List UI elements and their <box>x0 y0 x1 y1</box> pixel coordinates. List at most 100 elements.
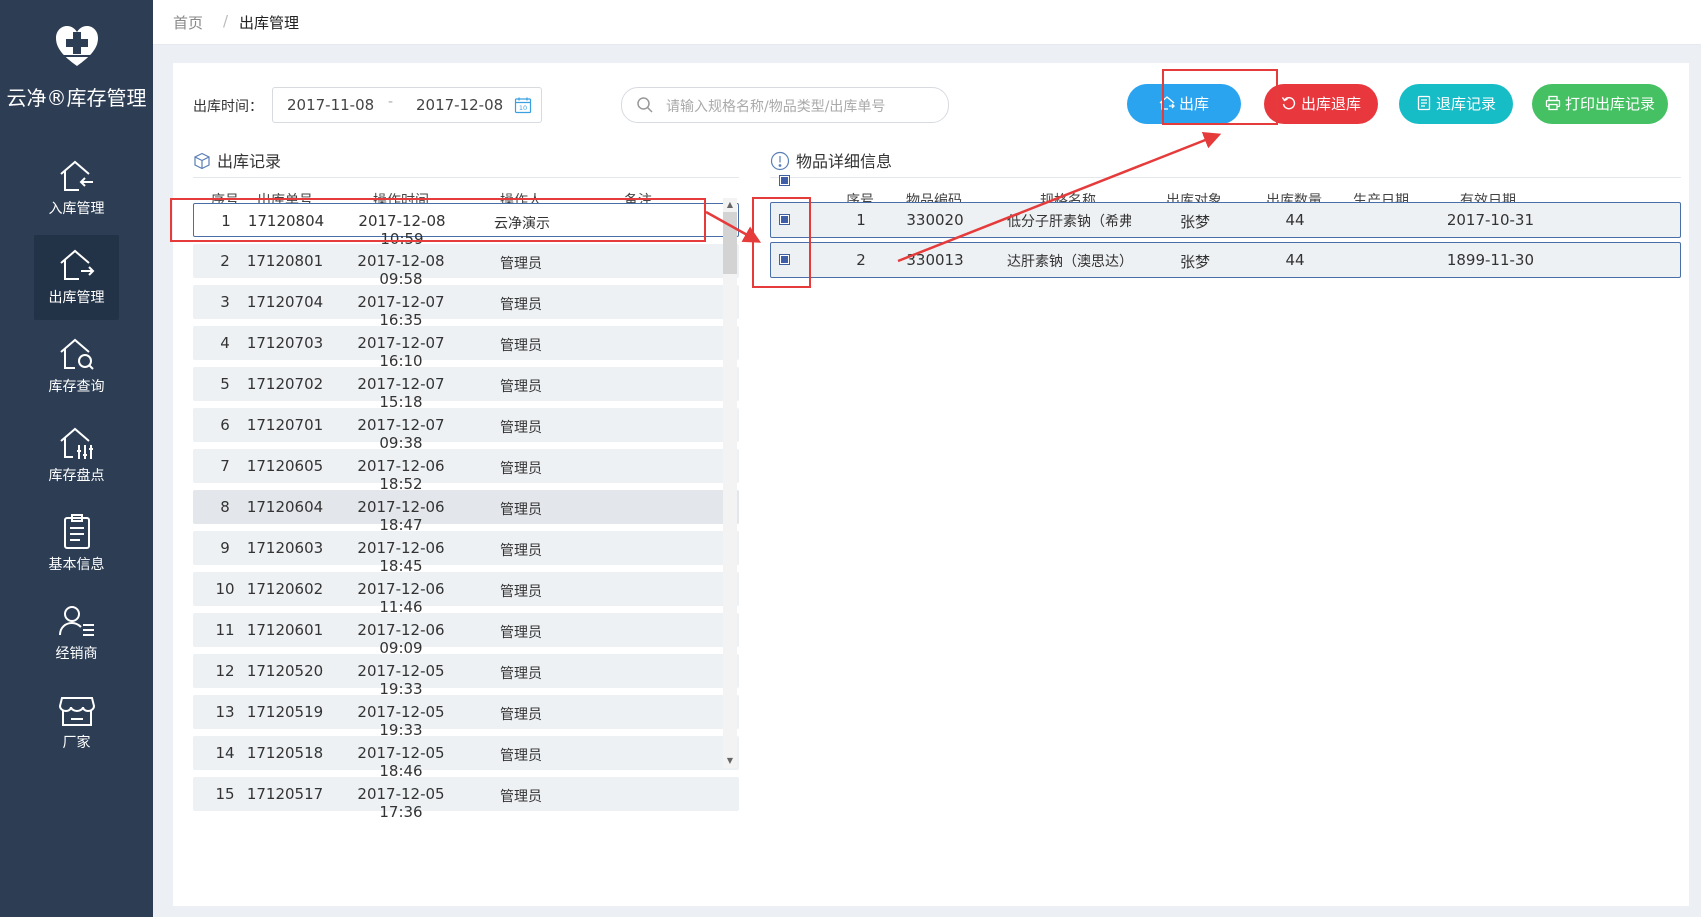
operator: 管理员 <box>500 379 542 395</box>
operator: 管理员 <box>500 543 542 559</box>
calendar-icon[interactable]: 10 <box>514 96 532 114</box>
table-row[interactable]: 13 17120519 2017-12-05 19:33 管理员 <box>193 695 739 739</box>
table-row[interactable]: 8 17120604 2017-12-06 18:47 管理员 <box>193 490 739 534</box>
printer-icon <box>1545 95 1561 111</box>
date-range-picker[interactable]: 2017-11-08 - 2017-12-08 10 <box>272 87 542 123</box>
stock-in-icon <box>59 160 93 191</box>
sidebar-item-stock-out[interactable]: 出库管理 <box>34 235 119 320</box>
spec-name: 低分子肝素钠（希弗: <box>1007 214 1131 230</box>
table-row[interactable]: 15 17120517 2017-12-05 17:36 管理员 <box>193 777 739 821</box>
document-icon <box>1417 95 1431 111</box>
operator: 管理员 <box>500 707 542 723</box>
scroll-up-arrow-icon[interactable]: ▲ <box>723 198 737 212</box>
operator: 管理员 <box>500 584 542 600</box>
stock-out-button[interactable]: 出库 <box>1127 84 1241 124</box>
operator: 管理员 <box>500 420 542 436</box>
heart-cross-logo-icon <box>55 26 98 66</box>
scrollbar-track[interactable] <box>723 198 737 768</box>
date-start-input[interactable]: 2017-11-08 <box>287 96 374 114</box>
row-checkbox[interactable] <box>779 214 790 225</box>
print-stock-out-record-button-label: 打印出库记录 <box>1564 95 1655 113</box>
operation-time: 2017-12-05 19:33 <box>357 662 445 698</box>
operation-time: 2017-12-07 09:38 <box>357 416 445 452</box>
print-stock-out-record-button[interactable]: 打印出库记录 <box>1532 84 1668 124</box>
table-row[interactable]: 1 330020 低分子肝素钠（希弗: 张梦 44 2017-10-31 <box>770 202 1681 238</box>
search-input[interactable]: 请输入规格名称/物品类型/出库单号 <box>621 87 949 123</box>
sidebar-item-label: 入库管理 <box>48 201 105 217</box>
stock-out-icon <box>1159 96 1175 110</box>
date-end-input[interactable]: 2017-12-08 <box>416 96 503 114</box>
table-row[interactable]: 9 17120603 2017-12-06 18:45 管理员 <box>193 531 739 575</box>
operation-time: 2017-12-06 18:47 <box>357 498 445 534</box>
sidebar-item-stock-query[interactable]: 库存查询 <box>34 324 119 409</box>
table-row[interactable]: 4 17120703 2017-12-07 16:10 管理员 <box>193 326 739 370</box>
table-row[interactable]: 7 17120605 2017-12-06 18:52 管理员 <box>193 449 739 493</box>
breadcrumb-home-link[interactable]: 首页 <box>173 12 203 33</box>
table-row[interactable]: 2 330013 达肝素钠（澳思达） 张梦 44 1899-11-30 <box>770 242 1681 278</box>
expiry-date: 2017-10-31 <box>1446 211 1534 229</box>
table-row[interactable]: 1 17120804 2017-12-08 10:59 云净演示 <box>193 203 739 248</box>
sidebar-item-label: 库存查询 <box>48 379 105 395</box>
table-row[interactable]: 14 17120518 2017-12-05 18:46 管理员 <box>193 736 739 780</box>
sidebar: 云净®库存管理 入库管理 出库管理 库存查询 库存盘点 基本信息 经销商 厂家 <box>0 0 153 917</box>
order-number: 17120517 <box>246 785 324 803</box>
scroll-down-arrow-icon[interactable]: ▼ <box>723 754 737 768</box>
table-row[interactable]: 5 17120702 2017-12-07 15:18 管理员 <box>193 367 739 411</box>
item-code: 330013 <box>906 251 964 269</box>
scrollbar-thumb[interactable] <box>723 212 737 274</box>
select-all-checkbox[interactable] <box>779 175 790 186</box>
stock-check-icon <box>59 427 93 459</box>
operation-time: 2017-12-07 16:35 <box>357 293 445 329</box>
calendar-day-text: 10 <box>519 104 527 112</box>
sidebar-item-label: 出库管理 <box>48 290 105 306</box>
operation-time: 2017-12-07 15:18 <box>357 375 445 411</box>
sidebar-item-dealer[interactable]: 经销商 <box>34 591 119 676</box>
sidebar-item-label: 基本信息 <box>48 557 105 573</box>
return-record-button[interactable]: 退库记录 <box>1399 84 1513 124</box>
order-number: 17120801 <box>246 252 324 270</box>
operation-time: 2017-12-08 09:58 <box>357 252 445 288</box>
store-icon <box>58 697 95 726</box>
sidebar-item-stock-check[interactable]: 库存盘点 <box>34 413 119 498</box>
sidebar-item-manufacturer[interactable]: 厂家 <box>34 680 119 765</box>
order-number: 17120601 <box>246 621 324 639</box>
order-number: 17120701 <box>246 416 324 434</box>
sidebar-item-stock-in[interactable]: 入库管理 <box>34 146 119 231</box>
order-number: 17120518 <box>246 744 324 762</box>
stock-out-return-button[interactable]: 出库退库 <box>1264 84 1378 124</box>
cube-icon <box>194 152 210 169</box>
quantity: 44 <box>1285 211 1305 229</box>
spec-name: 达肝素钠（澳思达） <box>1007 254 1131 270</box>
main-panel: 出库时间： 2017-11-08 - 2017-12-08 10 请输入规格名称… <box>173 63 1689 906</box>
order-number: 17120605 <box>246 457 324 475</box>
stock-out-record-title: 出库记录 <box>217 152 282 171</box>
table-row[interactable]: 11 17120601 2017-12-06 09:09 管理员 <box>193 613 739 657</box>
table-row[interactable]: 3 17120704 2017-12-07 16:35 管理员 <box>193 285 739 329</box>
date-range-separator: - <box>388 94 394 110</box>
search-placeholder: 请输入规格名称/物品类型/出库单号 <box>666 99 886 115</box>
sidebar-item-basic-info[interactable]: 基本信息 <box>34 502 119 587</box>
order-number: 17120520 <box>246 662 324 680</box>
date-filter-label: 出库时间： <box>193 99 263 115</box>
undo-icon <box>1281 97 1296 110</box>
table-row[interactable]: 6 17120701 2017-12-07 09:38 管理员 <box>193 408 739 452</box>
table-row[interactable]: 2 17120801 2017-12-08 09:58 管理员 <box>193 244 739 288</box>
operator: 管理员 <box>500 666 542 682</box>
quantity: 44 <box>1285 251 1305 269</box>
operator: 管理员 <box>500 748 542 764</box>
user-list-icon <box>58 606 94 636</box>
expiry-date: 1899-11-30 <box>1446 251 1534 269</box>
table-row[interactable]: 10 17120602 2017-12-06 11:46 管理员 <box>193 572 739 616</box>
clipboard-icon <box>63 514 90 549</box>
divider <box>770 177 1681 178</box>
order-number: 17120702 <box>246 375 324 393</box>
order-number: 17120604 <box>246 498 324 516</box>
operation-time: 2017-12-06 18:45 <box>357 539 445 575</box>
brand-name: 云净®库存管理 <box>6 86 147 110</box>
operation-time: 2017-12-07 16:10 <box>357 334 445 370</box>
operator: 管理员 <box>500 338 542 354</box>
recipient: 张梦 <box>1179 253 1210 271</box>
info-icon <box>770 151 790 170</box>
row-checkbox[interactable] <box>779 254 790 265</box>
table-row[interactable]: 12 17120520 2017-12-05 19:33 管理员 <box>193 654 739 698</box>
